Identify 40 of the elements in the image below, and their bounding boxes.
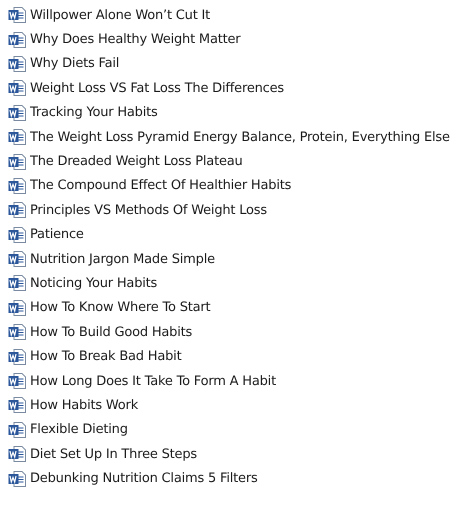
word-document-icon bbox=[8, 79, 27, 98]
word-document-icon bbox=[8, 298, 27, 317]
word-document-icon bbox=[8, 128, 27, 146]
file-name[interactable]: The Dreaded Weight Loss Plateau bbox=[30, 154, 243, 170]
word-document-icon bbox=[8, 323, 27, 342]
file-name[interactable]: Why Diets Fail bbox=[30, 56, 120, 72]
file-name[interactable]: How Long Does It Take To Form A Habit bbox=[30, 374, 276, 389]
word-document-icon bbox=[8, 30, 27, 49]
word-document-icon bbox=[8, 348, 27, 366]
file-name[interactable]: How To Know Where To Start bbox=[30, 300, 210, 316]
file-name[interactable]: Nutrition Jargon Made Simple bbox=[30, 252, 215, 267]
file-name[interactable]: The Compound Effect Of Healthier Habits bbox=[30, 178, 292, 194]
word-document-icon bbox=[8, 274, 27, 292]
word-document-icon bbox=[8, 372, 27, 390]
word-document-icon bbox=[8, 470, 27, 488]
word-document-icon bbox=[8, 54, 27, 73]
word-document-icon bbox=[8, 396, 27, 414]
file-name[interactable]: How To Break Bad Habit bbox=[30, 349, 182, 364]
file-name[interactable]: Flexible Dieting bbox=[30, 422, 128, 438]
file-name[interactable]: The Weight Loss Pyramid Energy Balance, Protein, Everything Else bbox=[30, 130, 450, 145]
word-document-icon bbox=[8, 420, 27, 439]
file-name[interactable]: Willpower Alone Won’t Cut It bbox=[30, 8, 210, 23]
word-document-icon bbox=[8, 445, 27, 464]
word-document-icon bbox=[8, 152, 27, 171]
word-document-icon bbox=[8, 6, 27, 24]
file-name[interactable]: Tracking Your Habits bbox=[30, 105, 158, 120]
file-name[interactable]: Why Does Healthy Weight Matter bbox=[30, 32, 240, 48]
word-document-icon bbox=[8, 176, 27, 195]
file-name[interactable]: Patience bbox=[30, 227, 84, 242]
file-name[interactable]: How Habits Work bbox=[30, 398, 138, 413]
word-document-icon bbox=[8, 201, 27, 220]
word-document-icon bbox=[8, 250, 27, 268]
word-document-icon bbox=[8, 104, 27, 122]
file-name[interactable]: Diet Set Up In Three Steps bbox=[30, 446, 197, 462]
file-name[interactable]: Principles VS Methods Of Weight Loss bbox=[30, 202, 267, 218]
word-document-icon bbox=[8, 226, 27, 244]
file-name[interactable]: How To Build Good Habits bbox=[30, 324, 192, 340]
file-name[interactable]: Debunking Nutrition Claims 5 Filters bbox=[30, 471, 258, 486]
file-name[interactable]: Noticing Your Habits bbox=[30, 276, 158, 291]
file-name[interactable]: Weight Loss VS Fat Loss The Differences bbox=[30, 80, 284, 96]
